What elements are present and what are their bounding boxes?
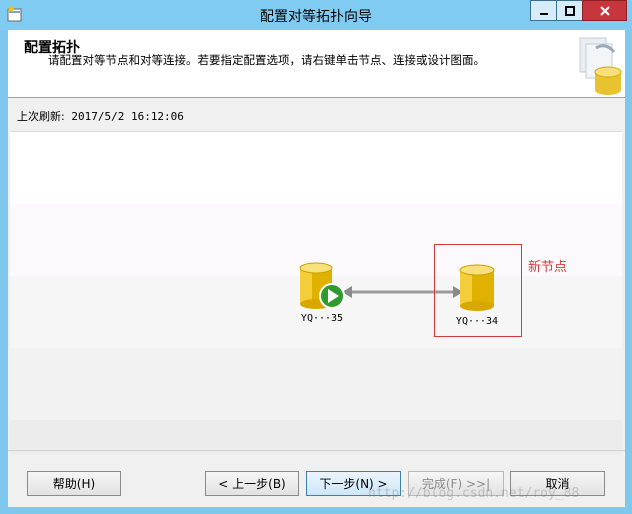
new-node-highlight [434, 244, 522, 337]
last-refresh: 上次刷新: 2017/5/2 16:12:06 [17, 108, 184, 124]
page-header: 配置拓扑 请配置对等节点和对等连接。若要指定配置选项，请右键单击节点、连接或设计… [8, 30, 625, 98]
database-node-icon[interactable] [298, 262, 348, 312]
node-label: YQ···35 [300, 313, 344, 324]
surface-band [10, 348, 622, 420]
minimize-icon [539, 12, 548, 15]
minimize-button[interactable] [530, 0, 557, 21]
last-refresh-value: 2017/5/2 16:12:06 [71, 110, 184, 123]
last-refresh-label: 上次刷新: [17, 110, 65, 123]
wizard-window: 配置对等拓扑向导 配置拓扑 请配置对等节点和对等连接。若要指定配置选项，请右键单… [0, 0, 632, 514]
database-wizard-icon [579, 37, 622, 95]
help-button[interactable]: 帮助(H) [27, 471, 121, 496]
topology-design-surface[interactable]: YQ···35 YQ···34 新节点 [10, 131, 622, 454]
maximize-icon [564, 5, 575, 16]
surface-band [10, 132, 622, 204]
close-button[interactable] [582, 0, 627, 21]
surface-band [10, 420, 622, 454]
footer-divider [8, 450, 625, 451]
watermark: http://blog.csdn.net/roy_88 [368, 486, 580, 501]
close-icon [599, 5, 610, 16]
title-bar[interactable]: 配置对等拓扑向导 [0, 0, 632, 30]
back-button[interactable]: < 上一步(B) [205, 471, 299, 496]
new-node-annotation: 新节点 [528, 260, 568, 275]
wizard-body: 配置拓扑 请配置对等节点和对等连接。若要指定配置选项，请右键单击节点、连接或设计… [8, 30, 625, 507]
maximize-button[interactable] [556, 0, 583, 21]
page-description: 请配置对等节点和对等连接。若要指定配置选项，请右键单击节点、连接或设计图面。 [48, 53, 485, 67]
